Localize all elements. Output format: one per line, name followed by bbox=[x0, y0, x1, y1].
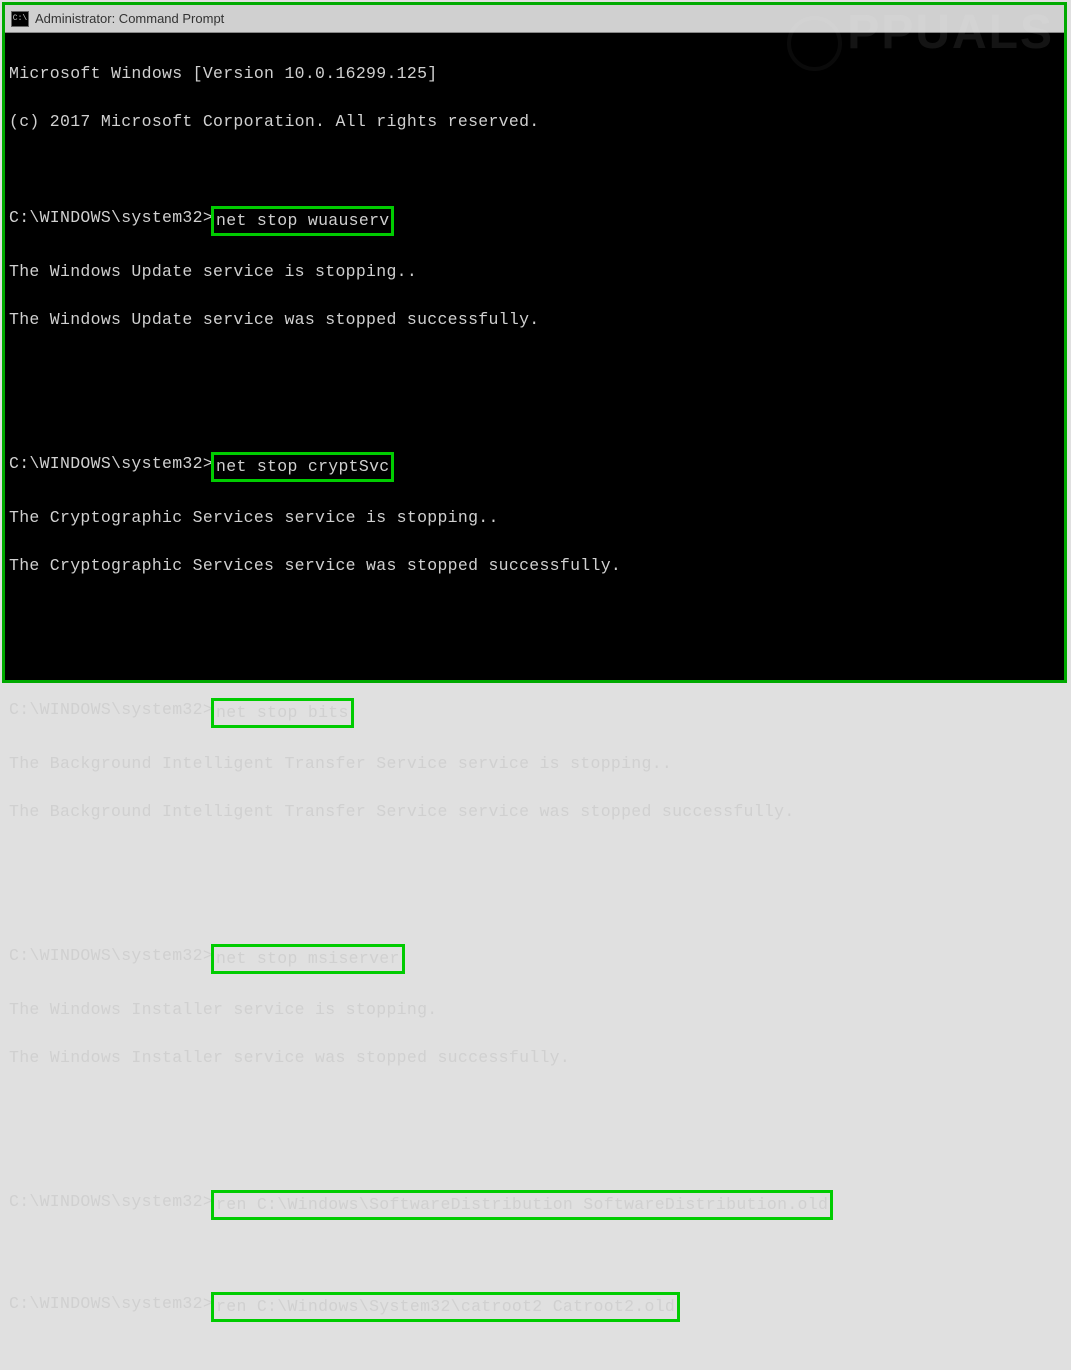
command-line: C:\WINDOWS\system32>net stop cryptSvc bbox=[9, 452, 1060, 482]
output-line: The Windows Installer service is stoppin… bbox=[9, 998, 1060, 1022]
blank-line bbox=[9, 896, 1060, 920]
blank-line bbox=[9, 848, 1060, 872]
output-line: The Windows Installer service was stoppe… bbox=[9, 1046, 1060, 1070]
output-line: The Cryptographic Services service was s… bbox=[9, 554, 1060, 578]
command-text: net stop bits bbox=[216, 703, 349, 722]
command-highlight: ren C:\Windows\System32\catroot2 Catroot… bbox=[211, 1292, 680, 1322]
command-text: ren C:\Windows\SoftwareDistribution Soft… bbox=[216, 1195, 828, 1214]
command-text: ren C:\Windows\System32\catroot2 Catroot… bbox=[216, 1297, 675, 1316]
command-line: C:\WINDOWS\system32>net stop bits bbox=[9, 698, 1060, 728]
prompt: C:\WINDOWS\system32> bbox=[9, 698, 213, 722]
command-line: C:\WINDOWS\system32>net stop wuauserv bbox=[9, 206, 1060, 236]
command-text: net stop wuauserv bbox=[216, 211, 389, 230]
cmd-icon: C:\ bbox=[11, 11, 29, 27]
window-title: Administrator: Command Prompt bbox=[35, 11, 224, 26]
blank-line bbox=[9, 1244, 1060, 1268]
terminal-area[interactable]: Microsoft Windows [Version 10.0.16299.12… bbox=[5, 33, 1064, 680]
command-line: C:\WINDOWS\system32>net stop msiserver bbox=[9, 944, 1060, 974]
window-frame: C:\ Administrator: Command Prompt PPUALS… bbox=[2, 2, 1067, 683]
output-line: The Background Intelligent Transfer Serv… bbox=[9, 800, 1060, 824]
blank-line bbox=[9, 650, 1060, 674]
output-line: The Windows Update service is stopping.. bbox=[9, 260, 1060, 284]
command-line: C:\WINDOWS\system32>ren C:\Windows\Softw… bbox=[9, 1190, 1060, 1220]
command-highlight: net stop wuauserv bbox=[211, 206, 394, 236]
blank-line bbox=[9, 602, 1060, 626]
prompt: C:\WINDOWS\system32> bbox=[9, 1292, 213, 1316]
cmd-icon-text: C:\ bbox=[13, 15, 27, 23]
header-line: Microsoft Windows [Version 10.0.16299.12… bbox=[9, 62, 1060, 86]
command-line: C:\WINDOWS\system32>ren C:\Windows\Syste… bbox=[9, 1292, 1060, 1322]
blank-line bbox=[9, 356, 1060, 380]
blank-line bbox=[9, 404, 1060, 428]
copyright-line: (c) 2017 Microsoft Corporation. All righ… bbox=[9, 110, 1060, 134]
prompt: C:\WINDOWS\system32> bbox=[9, 944, 213, 968]
prompt: C:\WINDOWS\system32> bbox=[9, 452, 213, 476]
command-highlight: net stop msiserver bbox=[211, 944, 405, 974]
blank-line bbox=[9, 158, 1060, 182]
titlebar[interactable]: C:\ Administrator: Command Prompt bbox=[5, 5, 1064, 33]
blank-line bbox=[9, 1142, 1060, 1166]
blank-line bbox=[9, 1094, 1060, 1118]
output-line: The Windows Update service was stopped s… bbox=[9, 308, 1060, 332]
prompt: C:\WINDOWS\system32> bbox=[9, 1190, 213, 1214]
prompt: C:\WINDOWS\system32> bbox=[9, 206, 213, 230]
command-highlight: net stop cryptSvc bbox=[211, 452, 394, 482]
command-text: net stop msiserver bbox=[216, 949, 400, 968]
command-highlight: ren C:\Windows\SoftwareDistribution Soft… bbox=[211, 1190, 833, 1220]
command-text: net stop cryptSvc bbox=[216, 457, 389, 476]
output-line: The Background Intelligent Transfer Serv… bbox=[9, 752, 1060, 776]
command-highlight: net stop bits bbox=[211, 698, 354, 728]
output-line: The Cryptographic Services service is st… bbox=[9, 506, 1060, 530]
